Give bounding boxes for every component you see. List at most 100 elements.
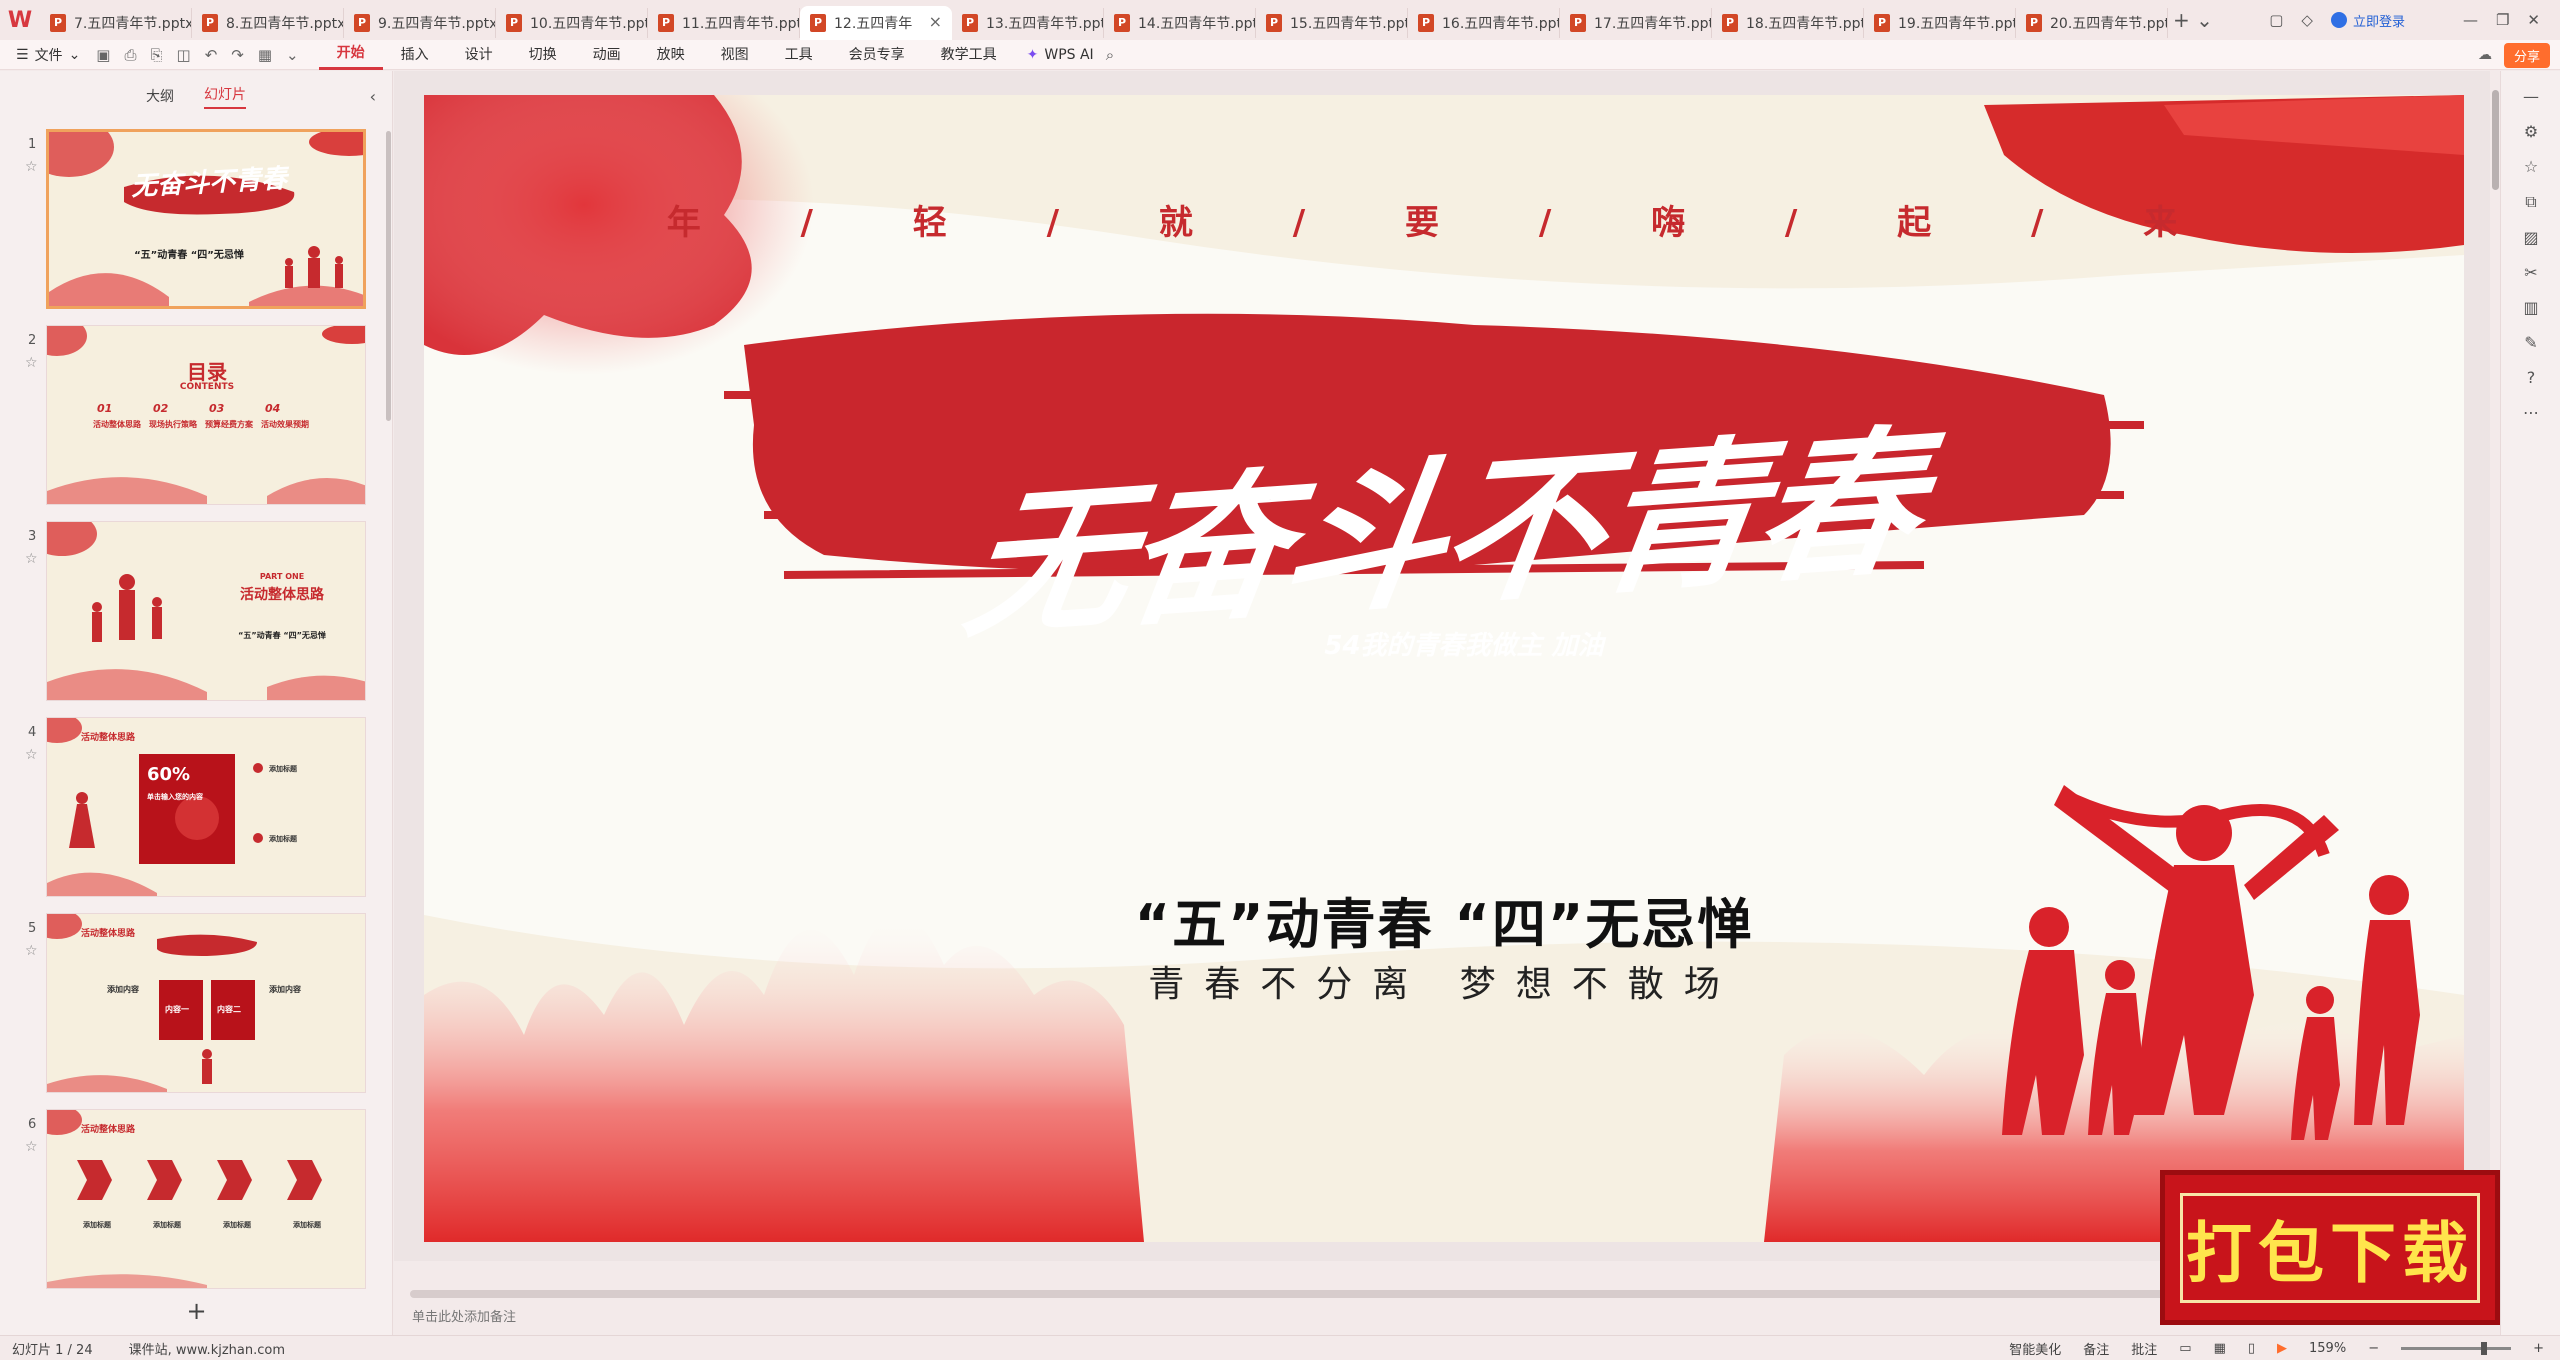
help-icon[interactable]: ? — [2501, 368, 2560, 387]
pptx-file-icon: P — [1722, 14, 1738, 32]
slide-thumbnail-4[interactable]: 活动整体思路 60% 单击输入您的内容 添加标题 添加标题 — [46, 717, 366, 897]
vertical-scrollbar[interactable] — [2492, 90, 2499, 190]
add-slide-button[interactable]: + — [0, 1297, 393, 1325]
save-icon[interactable]: ▣ — [96, 46, 110, 64]
doc-tab[interactable]: P 14.五四青年节.pptx — [1104, 8, 1256, 38]
doc-tab[interactable]: P 19.五四青年节.pptx — [1864, 8, 2016, 38]
doc-tab[interactable]: P 16.五四青年节.pptx — [1408, 8, 1560, 38]
zoom-value[interactable]: 159% — [2309, 1341, 2346, 1356]
menu-animation[interactable]: 动画 — [575, 40, 639, 70]
print-icon[interactable]: ⎘ — [151, 46, 163, 64]
star-icon[interactable]: ☆ — [25, 943, 38, 959]
collapse-icon[interactable]: ‹ — [370, 87, 376, 106]
horizontal-scrollbar[interactable] — [410, 1290, 2180, 1298]
window-icon[interactable]: ▢ — [2269, 11, 2283, 29]
slide-thumbnail-2[interactable]: 目录 CONTENTS 01 02 03 04 活动整体思路 现场执行策略 预算… — [46, 325, 366, 505]
doc-tab[interactable]: P 18.五四青年节.pptx — [1712, 8, 1864, 38]
menu-home[interactable]: 开始 — [318, 40, 383, 70]
thumbnail-item[interactable]: 1 ☆ 无奋斗不青春 “五”动青春 “四”无忌惮 — [0, 129, 393, 315]
menu-design[interactable]: 设计 — [447, 40, 511, 70]
copy-icon[interactable]: ⧉ — [2501, 192, 2560, 212]
restore-icon[interactable]: ❐ — [2496, 11, 2509, 29]
thumbnail-item[interactable]: 5 ☆ 活动整体思路 添加内容 添加内容 内容一 内容二 — [0, 913, 393, 1099]
reading-view-icon[interactable]: ▯ — [2248, 1341, 2255, 1356]
menu-member[interactable]: 会员专享 — [831, 40, 923, 70]
zoom-out-icon[interactable]: − — [2368, 1341, 2379, 1356]
smart-beautify-button[interactable]: 智能美化 — [2009, 1339, 2061, 1358]
notes-toggle[interactable]: 备注 — [2083, 1339, 2109, 1358]
right-tool-sidebar: — ⚙ ☆ ⧉ ▨ ✂ ▥ ✎ ? ⋯ — [2500, 71, 2560, 1335]
normal-view-icon[interactable]: ▭ — [2179, 1341, 2191, 1356]
menu-insert[interactable]: 插入 — [383, 40, 447, 70]
zoom-slider[interactable] — [2401, 1342, 2512, 1355]
doc-tab[interactable]: P 10.五四青年节.pptx — [496, 8, 648, 38]
star-icon[interactable]: ☆ — [25, 355, 38, 371]
chevron-down-icon[interactable]: ⌄ — [286, 46, 299, 64]
comments-toggle[interactable]: 批注 — [2131, 1339, 2157, 1358]
star-icon[interactable]: ☆ — [25, 1139, 38, 1155]
wps-logo-icon[interactable]: W — [0, 0, 40, 40]
notes-placeholder[interactable]: 单击此处添加备注 — [412, 1306, 516, 1325]
thumbnail-item[interactable]: 2 ☆ 目录 CONTENTS 01 02 03 04 活动整体思路 现场执行策… — [0, 325, 393, 511]
minimize-icon[interactable]: — — [2463, 11, 2478, 29]
edit-icon[interactable]: ✎ — [2501, 333, 2560, 352]
menu-slideshow[interactable]: 放映 — [639, 40, 703, 70]
redo-icon[interactable]: ↷ — [231, 46, 244, 64]
current-slide[interactable]: 年 / 轻 / 就 / 要 / 嗨 / 起 / 来 无奋斗不青春 54我的青春我… — [424, 95, 2464, 1242]
share-button[interactable]: 分享 — [2503, 42, 2550, 68]
doc-tab[interactable]: P 8.五四青年节.pptx — [192, 8, 344, 38]
thumbnail-item[interactable]: 3 ☆ PART ONE 活动整体思路 “五”动青春 “四”无忌惮 — [0, 521, 393, 707]
cloud-icon[interactable]: ☁ — [2478, 47, 2492, 63]
tools-icon[interactable]: ✂ — [2501, 263, 2560, 282]
search-icon[interactable]: ⌕ — [1106, 46, 1114, 64]
slide-thumbnail-1[interactable]: 无奋斗不青春 “五”动青春 “四”无忌惮 — [46, 129, 366, 309]
format-painter-icon[interactable]: ▦ — [258, 46, 272, 64]
image-icon[interactable]: ▨ — [2501, 228, 2560, 247]
undo-icon[interactable]: ↶ — [205, 46, 218, 64]
doc-tab[interactable]: P 17.五四青年节.pptx — [1560, 8, 1712, 38]
slide-thumbnail-3[interactable]: PART ONE 活动整体思路 “五”动青春 “四”无忌惮 — [46, 521, 366, 701]
zoom-slider-thumb[interactable] — [2481, 1342, 2488, 1355]
menu-transitions[interactable]: 切换 — [511, 40, 575, 70]
more-icon[interactable]: ⋯ — [2501, 403, 2560, 422]
slide-thumbnail-5[interactable]: 活动整体思路 添加内容 添加内容 内容一 内容二 — [46, 913, 366, 1093]
menu-view[interactable]: 视图 — [703, 40, 767, 70]
doc-tab[interactable]: P 15.五四青年节.pptx — [1256, 8, 1408, 38]
file-menu[interactable]: ☰ 文件 ⌄ — [0, 45, 96, 65]
menu-tools[interactable]: 工具 — [767, 40, 831, 70]
preview-icon[interactable]: ◫ — [177, 46, 191, 64]
star-icon[interactable]: ☆ — [2501, 157, 2560, 176]
star-icon[interactable]: ☆ — [25, 747, 38, 763]
doc-tab[interactable]: P 9.五四青年节.pptx — [344, 8, 496, 38]
book-icon[interactable]: ▥ — [2501, 298, 2560, 317]
grid-view-icon[interactable]: ▦ — [2214, 1341, 2226, 1356]
doc-tab[interactable]: P 20.五四青年节.pptx — [2016, 8, 2168, 38]
slide-subtitle: “五”动青春 “四”无忌惮 — [1134, 893, 1754, 956]
thumbnail-item[interactable]: 6 ☆ 活动整体思路 添加标题 添加标题 添加标题 添加标题 — [0, 1109, 393, 1295]
doc-tab[interactable]: P 7.五四青年节.pptx — [40, 8, 192, 38]
export-pdf-icon[interactable]: ⎙ — [124, 46, 136, 64]
close-window-icon[interactable]: ✕ — [2527, 11, 2540, 29]
tab-outline[interactable]: 大纲 — [146, 86, 174, 106]
thumbnail-item[interactable]: 4 ☆ 活动整体思路 60% 单击输入您的内容 添加标题 添加标题 — [0, 717, 393, 903]
zoom-in-icon[interactable]: + — [2533, 1341, 2544, 1356]
website-label[interactable]: 课件站, www.kjzhan.com — [129, 1339, 285, 1358]
wps-ai-button[interactable]: ✦ WPS AI — [1015, 47, 1106, 63]
cube-icon[interactable]: ◇ — [2301, 11, 2313, 29]
new-tab-button[interactable]: + ⌄ — [2168, 8, 2218, 32]
doc-tab[interactable]: P 13.五四青年节.pptx — [952, 8, 1104, 38]
star-icon[interactable]: ☆ — [25, 159, 38, 175]
tab-slides[interactable]: 幻灯片 — [204, 84, 246, 109]
minimize-panel-icon[interactable]: — — [2501, 87, 2560, 106]
login-button[interactable]: 立即登录 — [2330, 11, 2405, 30]
menu-teaching[interactable]: 教学工具 — [923, 40, 1015, 70]
star-icon[interactable]: ☆ — [25, 551, 38, 567]
thumb-art — [47, 718, 365, 896]
doc-tab[interactable]: P 11.五四青年节.pptx — [648, 8, 800, 38]
play-slideshow-icon[interactable]: ▶ — [2277, 1341, 2287, 1356]
settings-icon[interactable]: ⚙ — [2501, 122, 2560, 141]
slide-thumbnail-6[interactable]: 活动整体思路 添加标题 添加标题 添加标题 添加标题 — [46, 1109, 366, 1289]
doc-tab-active[interactable]: P 12.五四青年 × — [800, 6, 952, 40]
close-icon[interactable]: × — [929, 12, 942, 31]
slide-counter: 幻灯片 1 / 24 — [12, 1342, 93, 1358]
